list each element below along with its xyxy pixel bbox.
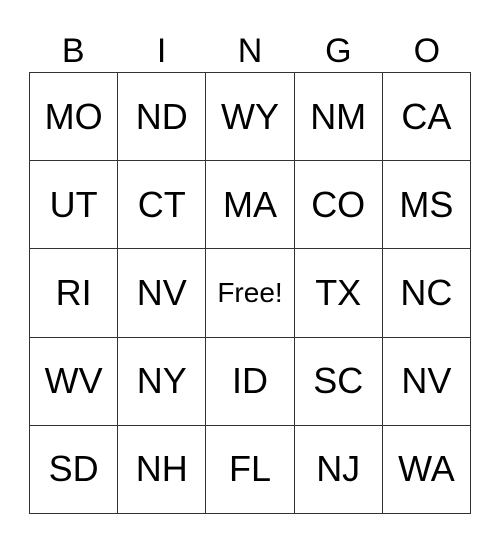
bingo-cell[interactable]: WV <box>30 337 119 426</box>
bingo-cell[interactable]: ND <box>118 73 207 162</box>
bingo-cell[interactable]: WY <box>206 73 295 162</box>
bingo-cell[interactable]: NV <box>118 249 207 338</box>
bingo-cell[interactable]: SC <box>294 337 383 426</box>
bingo-cell[interactable]: ID <box>206 337 295 426</box>
header-letter-o: O <box>413 32 441 70</box>
bingo-cell[interactable]: MA <box>206 161 295 250</box>
bingo-cell[interactable]: CA <box>382 73 471 162</box>
free-space-cell[interactable]: Free! <box>206 249 295 338</box>
header-letter-n: N <box>237 32 263 70</box>
bingo-cell[interactable]: MO <box>30 73 119 162</box>
bingo-cell[interactable]: NH <box>118 425 207 514</box>
header-letter-g: G <box>325 32 352 70</box>
bingo-cell[interactable]: RI <box>30 249 119 338</box>
bingo-cell[interactable]: NV <box>382 337 471 426</box>
header-letter-i: I <box>156 32 167 70</box>
bingo-header: B I N G O <box>29 30 471 72</box>
bingo-cell[interactable]: NY <box>118 337 207 426</box>
bingo-cell[interactable]: WA <box>382 425 471 514</box>
bingo-cell[interactable]: TX <box>294 249 383 338</box>
bingo-cell[interactable]: UT <box>30 161 119 250</box>
bingo-cell[interactable]: MS <box>382 161 471 250</box>
bingo-cell[interactable]: CO <box>294 161 383 250</box>
bingo-cell[interactable]: NM <box>294 73 383 162</box>
bingo-cell[interactable]: SD <box>30 425 119 514</box>
bingo-cell[interactable]: CT <box>118 161 207 250</box>
header-letter-b: B <box>61 32 85 70</box>
bingo-cell[interactable]: NJ <box>294 425 383 514</box>
bingo-cell[interactable]: NC <box>382 249 471 338</box>
bingo-cell[interactable]: FL <box>206 425 295 514</box>
bingo-grid: MO ND WY NM CA UT CT MA CO MS RI NV Free! TX NC WV NY ID S… <box>29 72 471 514</box>
